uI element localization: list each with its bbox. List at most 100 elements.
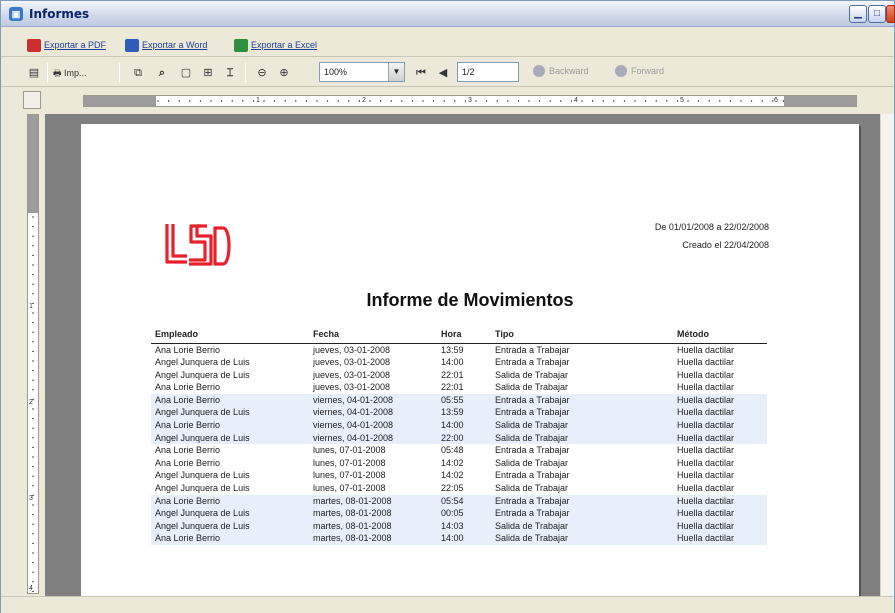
zoom-select[interactable]: 100% ▼	[319, 62, 405, 82]
first-page-icon[interactable]: ⏮	[413, 64, 429, 82]
cell-time: 22:01	[441, 369, 464, 380]
export-pdf-button[interactable]: Exportar a PDF	[27, 37, 106, 53]
cell-employee: Ana Lorie Berrio	[155, 445, 221, 456]
cell-time: 00:05	[437, 507, 491, 520]
window-title: Informes	[29, 7, 90, 21]
cell-date: jueves, 03-01-2008	[313, 357, 391, 368]
app-icon: ▣	[9, 7, 23, 21]
cell-date: lunes, 07-01-2008	[313, 445, 386, 456]
table-row: Ana Lorie Berrio lunes, 07-01-2008 14:02…	[151, 457, 767, 470]
report-date-range: De 01/01/2008 a 22/02/2008	[654, 222, 769, 232]
table-row: Ana Lorie Berrio martes, 08-01-2008 14:0…	[151, 532, 767, 545]
cell-time: 05:55	[437, 393, 491, 407]
report-created-date: Creado el 22/04/2008	[682, 240, 769, 250]
print-label: Imp...	[64, 68, 87, 78]
cell-employee: Angel Junquera de Luis	[155, 357, 250, 368]
column-header-date: Fecha	[309, 328, 437, 344]
cell-type: Salida de Trabajar	[491, 419, 673, 432]
cell-time: 14:02	[441, 470, 464, 481]
chevron-down-icon[interactable]: ▼	[388, 63, 404, 81]
cell-method: Huella dactilar	[673, 494, 767, 508]
cell-employee: Ana Lorie Berrio	[155, 457, 221, 468]
cell-method: Huella dactilar	[673, 507, 767, 520]
export-excel-button[interactable]: Exportar a Excel	[234, 37, 317, 53]
cell-employee: Angel Junquera de Luis	[151, 406, 309, 420]
find-icon[interactable]: ⌕	[153, 64, 171, 82]
zoom-in-icon[interactable]: ⊕	[275, 64, 293, 82]
single-page-icon[interactable]: ▢	[177, 64, 195, 82]
printer-icon: 🖶	[53, 68, 62, 78]
fit-page-icon[interactable]: ⌶	[221, 64, 239, 82]
cell-employee: Angel Junquera de Luis	[155, 483, 250, 494]
export-excel-label: Exportar a Excel	[251, 40, 318, 50]
zoom-out-icon[interactable]: ⊖	[253, 64, 271, 82]
backward-button[interactable]: Backward	[533, 65, 589, 77]
cell-time: 14:00	[437, 419, 491, 432]
movements-table: Empleado Fecha Hora Tipo Método Ana Lori…	[151, 328, 767, 545]
cell-employee: Angel Junquera de Luis	[155, 369, 250, 380]
toolbar-separator	[47, 63, 48, 83]
print-button[interactable]: 🖶 Imp...	[53, 64, 109, 82]
forward-label: Forward	[631, 66, 665, 76]
ruler-number: 2	[29, 399, 33, 406]
multi-page-icon[interactable]: ⊞	[199, 64, 217, 82]
cell-date: viernes, 04-01-2008	[309, 393, 437, 407]
sidebar-toggle-icon[interactable]: ▤	[25, 64, 43, 82]
cell-time: 13:59	[437, 406, 491, 420]
cell-method: Huella dactilar	[673, 431, 767, 445]
vertical-scrollbar[interactable]	[880, 114, 894, 596]
ruler-number: 1	[29, 303, 33, 310]
cell-method: Huella dactilar	[677, 382, 735, 393]
page-number-input[interactable]: 1/2	[457, 62, 519, 82]
back-arrow-icon	[533, 65, 545, 77]
ruler-number: 3	[29, 495, 33, 502]
cell-time: 22:00	[437, 431, 491, 445]
cell-time: 14:03	[437, 519, 491, 533]
status-bar	[1, 596, 894, 613]
cell-type: Entrada a Trabajar	[491, 507, 673, 520]
column-header-time: Hora	[437, 328, 491, 344]
table-row: Angel Junquera de Luis martes, 08-01-200…	[151, 507, 767, 520]
cell-method: Huella dactilar	[677, 470, 735, 481]
cell-type: Salida de Trabajar	[495, 382, 569, 393]
cell-date: jueves, 03-01-2008	[313, 344, 391, 355]
toolbar-separator	[245, 63, 246, 83]
cell-type: Salida de Trabajar	[495, 457, 569, 468]
cell-method: Huella dactilar	[677, 369, 735, 380]
previous-page-icon[interactable]: ◀	[435, 64, 451, 82]
cell-date: jueves, 03-01-2008	[313, 382, 391, 393]
ruler-number: 5	[680, 97, 684, 104]
cell-employee: Ana Lorie Berrio	[155, 344, 221, 355]
company-logo	[165, 224, 231, 266]
close-button[interactable]	[886, 5, 895, 23]
cell-date: viernes, 04-01-2008	[309, 431, 437, 445]
table-row: Ana Lorie Berrio jueves, 03-01-2008 13:5…	[151, 343, 767, 356]
cell-employee: Angel Junquera de Luis	[155, 470, 250, 481]
cell-date: viernes, 04-01-2008	[309, 406, 437, 420]
cell-date: viernes, 04-01-2008	[309, 419, 437, 432]
cell-method: Huella dactilar	[673, 393, 767, 407]
copy-icon[interactable]: ⧉	[129, 64, 147, 82]
maximize-button[interactable]: □	[868, 5, 886, 23]
cell-type: Entrada a Trabajar	[491, 406, 673, 420]
ruler-number: 6	[774, 97, 778, 104]
cell-type: Salida de Trabajar	[491, 431, 673, 445]
cell-employee: Ana Lorie Berrio	[151, 532, 309, 545]
table-row: Angel Junquera de Luis viernes, 04-01-20…	[151, 431, 767, 445]
document-viewport[interactable]: De 01/01/2008 a 22/02/2008 Creado el 22/…	[45, 114, 880, 596]
export-word-button[interactable]: Exportar a Word	[125, 37, 207, 53]
cell-employee: Ana Lorie Berrio	[151, 419, 309, 432]
cell-date: lunes, 07-01-2008	[313, 483, 386, 494]
cell-type: Salida de Trabajar	[491, 532, 673, 545]
export-word-label: Exportar a Word	[142, 40, 208, 50]
forward-button[interactable]: Forward	[615, 65, 664, 77]
minimize-button[interactable]: ▁	[849, 5, 867, 23]
ruler-number: 4	[574, 97, 578, 104]
table-row: Angel Junquera de Luis jueves, 03-01-200…	[151, 356, 767, 369]
cell-method: Huella dactilar	[673, 519, 767, 533]
title-bar[interactable]: ▣ Informes ▁ □	[1, 1, 895, 27]
cell-method: Huella dactilar	[677, 445, 735, 456]
cell-type: Salida de Trabajar	[495, 483, 569, 494]
cell-employee: Ana Lorie Berrio	[151, 393, 309, 407]
cell-method: Huella dactilar	[677, 357, 735, 368]
